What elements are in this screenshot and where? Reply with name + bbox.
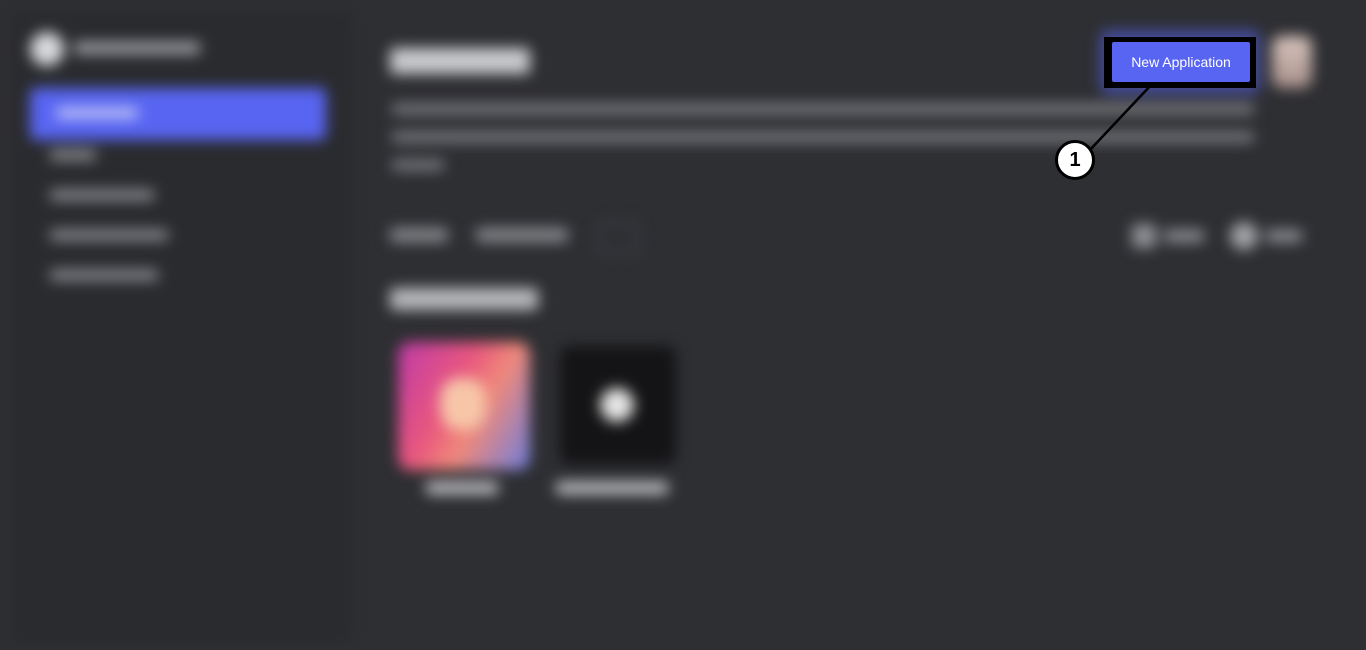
- sidebar-item-active-label: [56, 108, 138, 118]
- sort-icon[interactable]: [1132, 224, 1156, 248]
- section-title: [390, 288, 538, 310]
- description-line: [392, 132, 1254, 142]
- view-toggle-label[interactable]: [1266, 230, 1302, 242]
- step-number-badge: 1: [1055, 140, 1095, 180]
- description-line: [392, 104, 1254, 114]
- filter-tab[interactable]: [476, 228, 568, 242]
- filter-tab[interactable]: [390, 228, 448, 242]
- blurred-dashboard-background: [0, 0, 1366, 650]
- sort-label[interactable]: [1164, 230, 1204, 242]
- avatar[interactable]: [1272, 36, 1312, 88]
- application-name: [426, 482, 498, 494]
- view-toggle-icon[interactable]: [1230, 222, 1258, 250]
- filter-dropdown[interactable]: [598, 222, 638, 254]
- page-title: [390, 48, 530, 74]
- application-name: [556, 482, 668, 494]
- sidebar-item[interactable]: [50, 150, 96, 160]
- sidebar-item[interactable]: [50, 270, 158, 280]
- new-application-button[interactable]: New Application: [1112, 42, 1250, 82]
- application-logo-icon: [600, 388, 634, 422]
- description-line: [392, 160, 444, 170]
- brand-logo: [30, 32, 64, 66]
- application-avatar-icon: [440, 378, 486, 430]
- sidebar-item[interactable]: [50, 190, 154, 200]
- brand-name: [74, 42, 200, 54]
- sidebar-item[interactable]: [50, 230, 168, 240]
